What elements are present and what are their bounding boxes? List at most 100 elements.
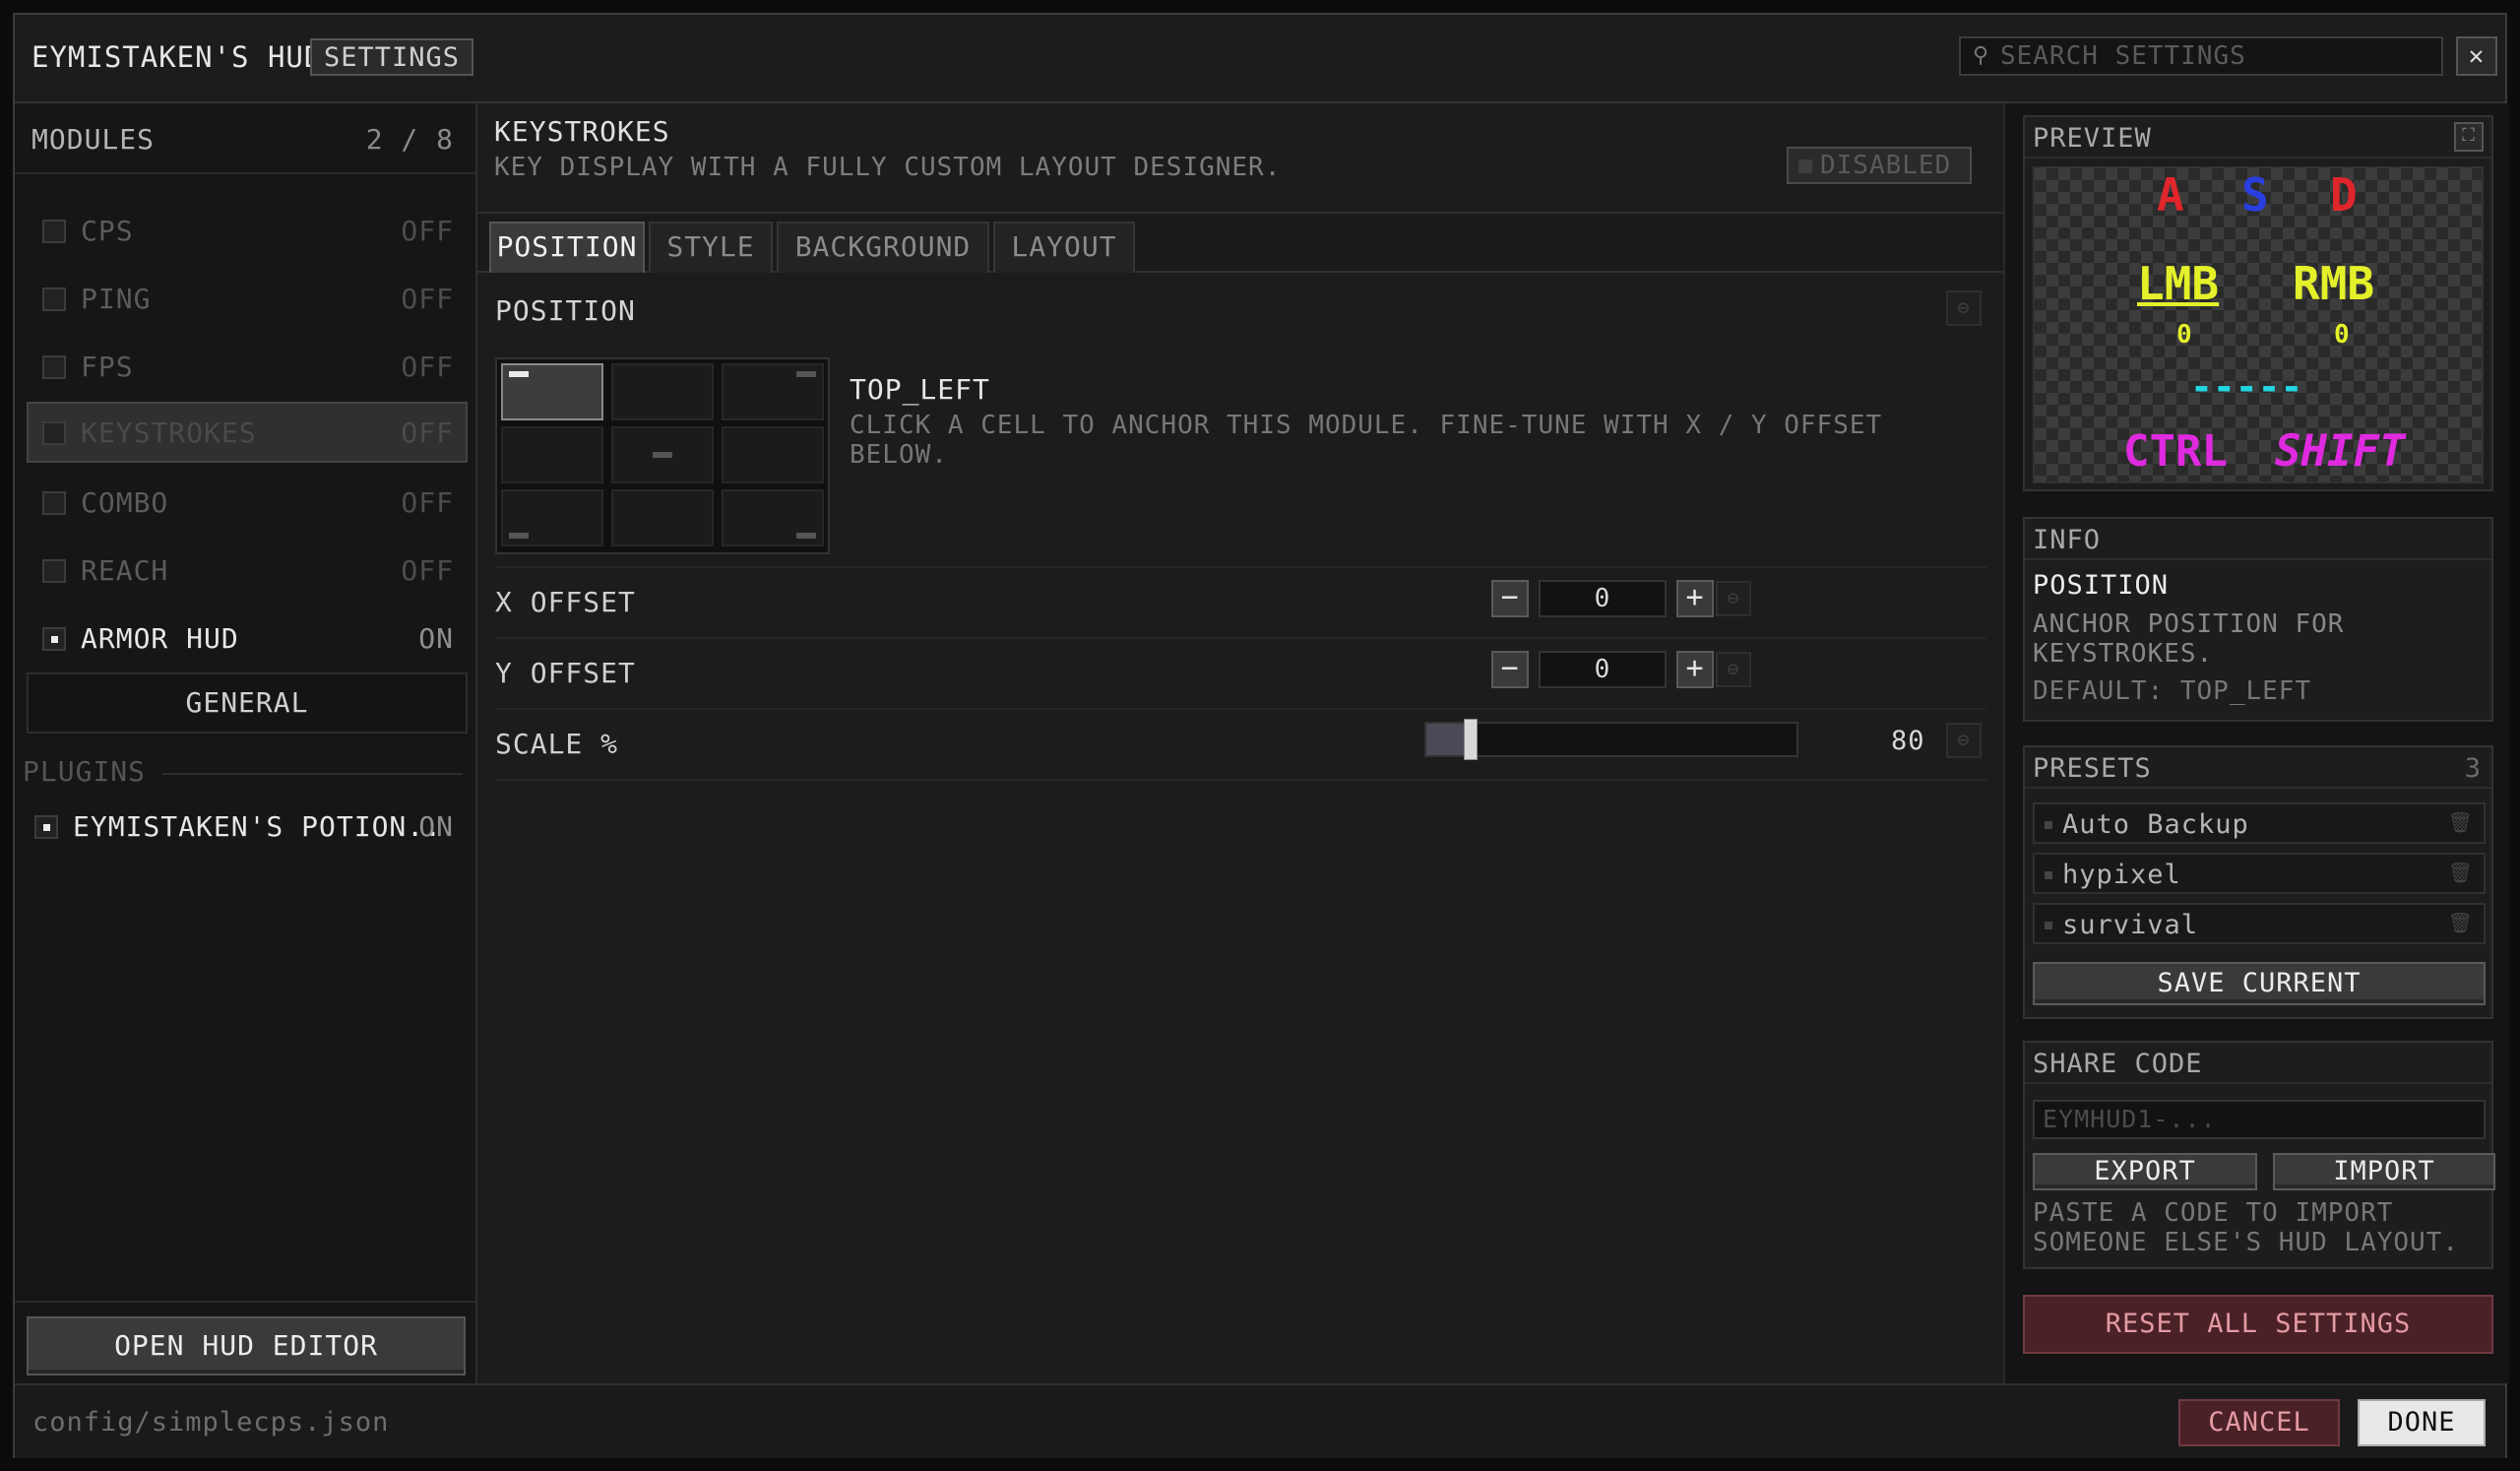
open-hud-editor-button[interactable]: OPEN HUD EDITOR [27,1316,466,1375]
preview-title: PREVIEW [2033,123,2152,154]
presets-card: PRESETS 3 Auto Backup 🗑 hypixel 🗑 surviv… [2023,745,2493,1019]
module-checkbox[interactable] [42,288,66,311]
anchor-cell-center[interactable] [611,426,714,483]
x-offset-input[interactable]: 0 [1539,580,1667,617]
anchor-cell-bottom-left[interactable] [501,489,603,546]
preset-bullet [2045,821,2052,829]
cancel-button[interactable]: CANCEL [2178,1399,2340,1446]
close-button[interactable]: ✕ [2456,36,2497,76]
tab-style[interactable]: STYLE [649,222,773,273]
module-title: KEYSTROKES [494,115,670,148]
module-status: OFF [401,416,454,449]
preview-key-lmb: LMB [2137,257,2220,310]
scale-reset-icon[interactable]: ⊖ [1946,723,1982,758]
preview-rmb-count: 0 [2334,320,2350,350]
preset-bullet [2045,871,2052,879]
tab-layout[interactable]: LAYOUT [993,222,1135,273]
trash-icon[interactable]: 🗑 [2448,911,2474,934]
preset-item[interactable]: survival 🗑 [2033,903,2486,944]
save-current-button[interactable]: SAVE CURRENT [2033,962,2486,1005]
preview-key-space: ----- [2190,365,2303,409]
info-item-default: DEFAULT: TOP_LEFT [2033,676,2312,706]
x-offset-increment[interactable]: + [1676,580,1714,617]
share-code-input[interactable]: EYMHUD1-... [2033,1100,2486,1139]
y-offset-decrement[interactable]: − [1491,651,1529,688]
plugin-checkbox[interactable] [34,815,58,839]
reset-all-settings-button[interactable]: RESET ALL SETTINGS [2023,1295,2493,1354]
module-item-reach[interactable]: REACH OFF [27,540,468,601]
anchor-cell-bottom-center[interactable] [611,489,714,546]
hud-preview: A S D LMB RMB 0 0 ----- CTRL SHIFT [2033,166,2484,483]
y-offset-input[interactable]: 0 [1539,651,1667,688]
x-offset-reset-icon[interactable]: ⊖ [1716,581,1751,616]
anchor-cell-top-left[interactable] [501,363,603,420]
module-name: KEYSTROKES [81,416,257,449]
trash-icon[interactable]: 🗑 [2448,861,2474,884]
presets-header: PRESETS 3 [2025,747,2491,789]
module-checkbox[interactable] [42,355,66,379]
preview-lmb-count: 0 [2176,320,2192,350]
modules-header: MODULES 2 / 8 [15,103,475,174]
module-item-armor-hud[interactable]: ARMOR HUD ON [27,608,468,669]
anchor-cell-top-right[interactable] [722,363,824,420]
preset-item[interactable]: Auto Backup 🗑 [2033,802,2486,844]
module-item-keystrokes[interactable]: KEYSTROKES OFF [27,402,468,463]
done-button[interactable]: DONE [2358,1399,2486,1446]
info-item-description: ANCHOR POSITION FOR KEYSTROKES. [2033,609,2345,669]
module-checkbox[interactable] [42,627,66,651]
anchor-cell-middle-right[interactable] [722,426,824,483]
module-status: ON [418,622,454,655]
modules-label: MODULES [32,123,156,156]
import-button[interactable]: IMPORT [2273,1153,2495,1190]
reset-section-icon[interactable]: ⊖ [1946,290,1982,326]
module-checkbox[interactable] [42,559,66,583]
module-checkbox[interactable] [42,220,66,243]
sidebar-divider [15,1301,475,1303]
plugins-label: PLUGINS [23,755,147,788]
tab-position[interactable]: POSITION [489,222,645,273]
anchor-cell-bottom-right[interactable] [722,489,824,546]
enable-toggle[interactable]: DISABLED [1787,147,1972,184]
settings-badge: SETTINGS [310,38,474,76]
general-button[interactable]: GENERAL [27,672,468,734]
trash-icon[interactable]: 🗑 [2448,810,2474,834]
scale-slider[interactable] [1424,719,1798,760]
preview-key-a: A [2157,168,2184,222]
module-name: FPS [81,351,134,383]
search-input[interactable]: ⚲ SEARCH SETTINGS [1959,36,2443,76]
row-divider [495,566,1986,568]
anchor-help-text: CLICK A CELL TO ANCHOR THIS MODULE. FINE… [850,411,1883,470]
row-divider [495,637,1986,639]
plugin-name: EYMISTAKEN'S POTION.. [73,810,443,843]
preset-name: Auto Backup [2062,809,2249,840]
module-item-combo[interactable]: COMBO OFF [27,472,468,533]
y-offset-reset-icon[interactable]: ⊖ [1716,652,1751,687]
export-button[interactable]: EXPORT [2033,1153,2257,1190]
search-icon: ⚲ [1973,43,1990,68]
tab-background[interactable]: BACKGROUND [777,222,989,273]
right-column: PREVIEW ⛶ A S D LMB RMB 0 0 ----- CTRL S… [2003,103,2509,1383]
x-offset-decrement[interactable]: − [1491,580,1529,617]
module-item-cps[interactable]: CPS OFF [27,200,468,261]
y-offset-increment[interactable]: + [1676,651,1714,688]
expand-icon[interactable]: ⛶ [2454,122,2484,152]
plugin-item-potion[interactable]: EYMISTAKEN'S POTION.. ON [19,796,468,857]
module-name: PING [81,283,152,315]
presets-title: PRESETS [2033,753,2152,784]
x-offset-label: X OFFSET [495,586,636,618]
module-item-fps[interactable]: FPS OFF [27,336,468,397]
module-item-ping[interactable]: PING OFF [27,268,468,329]
anchor-cell-top-center[interactable] [611,363,714,420]
scale-slider-thumb[interactable] [1464,719,1479,760]
preset-item[interactable]: hypixel 🗑 [2033,853,2486,894]
module-checkbox[interactable] [42,421,66,445]
module-settings-panel: KEYSTROKES KEY DISPLAY WITH A FULLY CUST… [477,103,2003,1383]
preset-name: hypixel [2062,860,2181,890]
share-title: SHARE CODE [2033,1049,2203,1079]
module-status: OFF [401,486,454,519]
module-checkbox[interactable] [42,491,66,515]
anchor-cell-middle-left[interactable] [501,426,603,483]
info-item-title: POSITION [2033,570,2170,601]
module-description: KEY DISPLAY WITH A FULLY CUSTOM LAYOUT D… [494,153,1282,182]
row-divider [495,708,1986,710]
